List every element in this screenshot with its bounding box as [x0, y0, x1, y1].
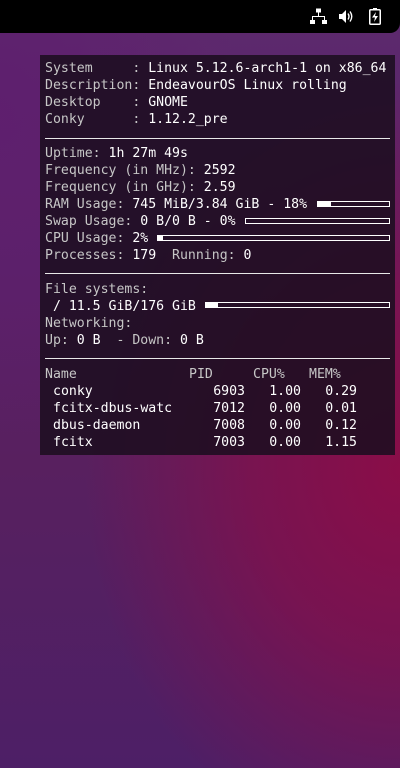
ram-label: RAM Usage:	[45, 197, 133, 212]
process-pid: 7003	[213, 435, 245, 450]
separator	[45, 273, 390, 274]
down-label: - Down:	[100, 333, 180, 348]
process-pid: 7008	[213, 418, 245, 433]
column-header-cpu: CPU%	[253, 367, 285, 382]
up-value: 0 B	[76, 333, 101, 348]
process-cpu: 0.00	[269, 435, 301, 450]
process-mem: 0.12	[325, 418, 357, 433]
desktop-label: Desktop :	[45, 95, 149, 110]
conky-version-row: Conky : 1.12.2_pre	[45, 111, 228, 128]
ram-value: 745 MiB/3.84 GiB - 18%	[132, 197, 308, 212]
process-mem: 0.29	[325, 384, 357, 399]
conky-panel: System : Linux 5.12.6-arch1-1 on x86_64 …	[40, 55, 395, 455]
battery-charging-icon[interactable]	[369, 8, 381, 25]
system-label: System :	[45, 61, 149, 76]
frequency-ghz-label: Frequency (in GHz):	[45, 180, 204, 195]
running-value: 0	[243, 248, 252, 263]
cpu-row: CPU Usage: 2%	[45, 230, 148, 247]
description-row: Description: EndeavourOS Linux rolling	[45, 77, 347, 94]
frequency-mhz-value: 2592	[203, 163, 236, 178]
process-name: fcitx	[53, 435, 93, 450]
process-cpu: 0.00	[269, 401, 301, 416]
ram-usage-bar-fill	[318, 202, 331, 206]
column-header-mem: MEM%	[309, 367, 341, 382]
swap-usage-bar	[245, 218, 390, 224]
uptime-label: Uptime:	[45, 146, 109, 161]
cpu-label: CPU Usage:	[45, 231, 133, 246]
swap-row: Swap Usage: 0 B/0 B - 0%	[45, 213, 236, 230]
process-name: conky	[53, 384, 93, 399]
conky-value: 1.12.2_pre	[148, 112, 228, 127]
root-fs-row: / 11.5 GiB/176 GiB	[45, 298, 196, 315]
network-speed-row: Up: 0 B - Down: 0 B	[45, 332, 204, 349]
column-header-pid: PID	[189, 367, 213, 382]
process-mem: 1.15	[325, 435, 357, 450]
process-mem: 0.01	[325, 401, 357, 416]
swap-value: 0 B/0 B - 0%	[140, 214, 236, 229]
cpu-usage-bar	[157, 235, 390, 241]
processes-value: 179	[132, 248, 157, 263]
cpu-usage-bar-fill	[158, 236, 163, 240]
column-header-name: Name	[45, 367, 77, 382]
filesystems-header-row: File systems:	[45, 281, 148, 298]
description-value: EndeavourOS Linux rolling	[148, 78, 347, 93]
ram-usage-bar	[317, 201, 390, 207]
description-label: Description:	[45, 78, 149, 93]
swap-label: Swap Usage:	[45, 214, 141, 229]
filesystems-header: File systems:	[45, 282, 149, 297]
separator	[45, 138, 390, 139]
down-value: 0 B	[180, 333, 204, 348]
process-name: fcitx-dbus-watc	[53, 401, 173, 416]
frequency-ghz-row: Frequency (in GHz): 2.59	[45, 179, 236, 196]
process-pid: 7012	[213, 401, 245, 416]
root-fs-value: / 11.5 GiB/176 GiB	[45, 299, 196, 314]
process-cpu: 0.00	[269, 418, 301, 433]
system-value: Linux 5.12.6-arch1-1 on x86_64	[148, 61, 387, 76]
processes-label: Processes:	[45, 248, 133, 263]
running-label: Running:	[156, 248, 244, 263]
system-row: System : Linux 5.12.6-arch1-1 on x86_64	[45, 60, 386, 77]
conky-label: Conky :	[45, 112, 149, 127]
networking-header-row: Networking:	[45, 315, 132, 332]
desktop-row: Desktop : GNOME	[45, 94, 188, 111]
frequency-mhz-row: Frequency (in MHz): 2592	[45, 162, 236, 179]
uptime-value: 1h 27m 49s	[108, 146, 188, 161]
up-label: Up:	[45, 333, 77, 348]
separator	[45, 358, 390, 359]
volume-icon[interactable]	[338, 8, 355, 25]
network-icon[interactable]	[310, 8, 327, 25]
frequency-mhz-label: Frequency (in MHz):	[45, 163, 204, 178]
frequency-ghz-value: 2.59	[203, 180, 236, 195]
top-bar	[0, 0, 400, 33]
networking-header: Networking:	[45, 316, 133, 331]
process-pid: 6903	[213, 384, 245, 399]
uptime-row: Uptime: 1h 27m 49s	[45, 145, 188, 162]
root-fs-usage-bar-fill	[206, 303, 218, 307]
desktop-value: GNOME	[148, 95, 188, 110]
process-name: dbus-daemon	[53, 418, 141, 433]
process-cpu: 1.00	[269, 384, 301, 399]
root-fs-usage-bar	[205, 302, 390, 308]
processes-row: Processes: 179 Running: 0	[45, 247, 251, 264]
cpu-value: 2%	[132, 231, 149, 246]
ram-row: RAM Usage: 745 MiB/3.84 GiB - 18%	[45, 196, 307, 213]
